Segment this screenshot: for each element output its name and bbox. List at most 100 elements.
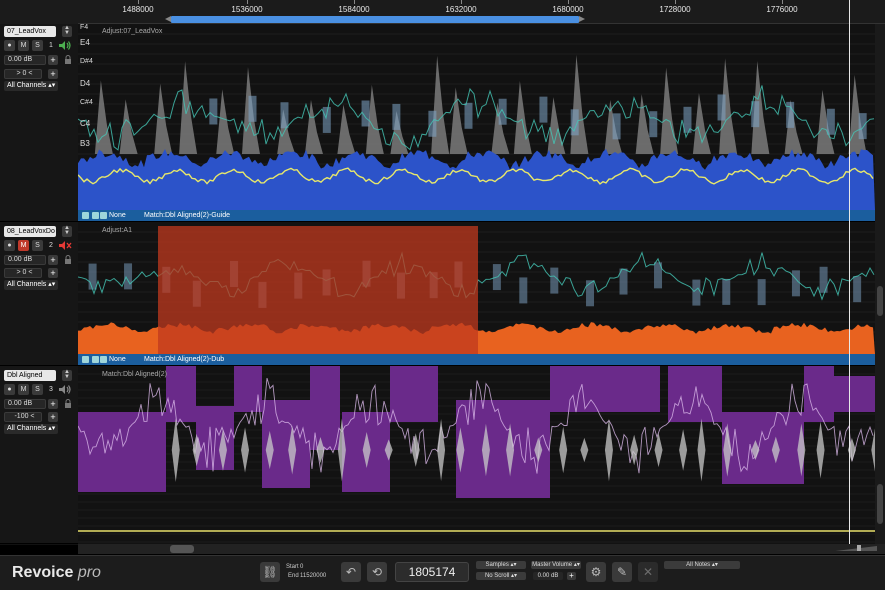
brand-name: Revoice xyxy=(12,564,74,581)
volume-field[interactable]: 0.00 dB xyxy=(4,399,46,409)
track-3-waveform-display xyxy=(78,366,875,544)
solo-button[interactable]: S xyxy=(32,40,43,51)
process-none-label[interactable]: None xyxy=(109,210,126,221)
notes-dropdown[interactable]: All Notes ▴▾ xyxy=(664,561,740,569)
note-block xyxy=(209,98,218,125)
solo-button[interactable]: S xyxy=(32,240,43,251)
pan-field[interactable]: > 0 < xyxy=(4,69,42,79)
lock-icon[interactable] xyxy=(63,399,73,409)
track-1-waveform-display xyxy=(78,24,875,210)
track-number: 3 xyxy=(49,386,53,393)
horizontal-scrollbar[interactable] xyxy=(78,544,885,554)
undo-button[interactable]: ↶ xyxy=(341,562,361,582)
loop-end-handle[interactable] xyxy=(579,16,585,22)
lock-icon[interactable] xyxy=(63,255,73,265)
units-dropdown[interactable]: Samples ▴▾ xyxy=(476,561,526,569)
process-none-label[interactable]: None xyxy=(109,354,126,365)
pan-field[interactable]: -100 < xyxy=(4,412,42,422)
link-icon[interactable]: ⛓ xyxy=(260,562,280,582)
note-block xyxy=(124,263,133,290)
add-button[interactable]: + xyxy=(48,268,58,278)
match-process-label[interactable]: Match:Dbl Aligned(2)-Guide xyxy=(144,210,230,221)
timeline-ruler[interactable]: 1488000 1536000 1584000 1632000 1680000 … xyxy=(78,0,885,24)
play-icon[interactable] xyxy=(82,212,89,219)
tool-disabled-icon[interactable]: ✕ xyxy=(638,562,658,582)
channels-dropdown[interactable]: All Channels ▴▾ xyxy=(4,81,59,91)
vertical-scroll-thumb[interactable] xyxy=(877,484,883,524)
track-lane-3[interactable]: Match:Dbl Aligned(2) xyxy=(78,366,875,544)
match-block xyxy=(390,366,438,422)
note-block xyxy=(88,263,97,290)
ruler-tick: 1536000 xyxy=(231,5,263,14)
master-volume-add-button[interactable]: + xyxy=(567,572,576,580)
track-menu-button[interactable]: ▲ ▼ xyxy=(62,369,72,381)
track-menu-button[interactable]: ▲ ▼ xyxy=(62,25,72,37)
record-arm-button[interactable]: ● xyxy=(4,240,15,251)
end-label: End xyxy=(288,573,299,579)
end-value: 11520000 xyxy=(300,573,327,579)
track-name-field[interactable]: 08_LeadVoxDo xyxy=(4,226,56,237)
lock-icon[interactable] xyxy=(63,55,73,65)
volume-field[interactable]: 0.00 dB xyxy=(4,55,46,65)
position-counter[interactable]: 1805174 xyxy=(395,562,469,582)
master-volume-field[interactable]: 0.00 dB xyxy=(533,572,563,580)
track-2-waveform-display xyxy=(78,222,875,354)
track-lane-2[interactable]: Adjust:A1 xyxy=(78,222,875,354)
add-button[interactable]: + xyxy=(48,255,58,265)
mute-button[interactable]: M xyxy=(18,40,29,51)
note-block xyxy=(692,279,701,306)
note-block xyxy=(539,96,548,123)
add-button[interactable]: + xyxy=(48,412,58,422)
scroll-dropdown[interactable]: No Scroll ▴▾ xyxy=(476,572,526,580)
note-block xyxy=(722,278,731,305)
match-block xyxy=(550,366,660,412)
add-button[interactable]: + xyxy=(48,399,58,409)
note-block xyxy=(853,276,862,303)
speaker-muted-icon[interactable] xyxy=(58,240,72,251)
track-name-field[interactable]: Dbl Aligned xyxy=(4,370,56,381)
horizontal-scroll-thumb[interactable] xyxy=(170,545,194,553)
channels-dropdown[interactable]: All Channels ▴▾ xyxy=(4,280,59,290)
track-header-1: 07_LeadVox ▲ ▼ ● M S 1 0.00 dB + > 0 < + … xyxy=(0,24,78,222)
lock-icon[interactable] xyxy=(92,212,99,219)
volume-field[interactable]: 0.00 dB xyxy=(4,255,46,265)
mute-button[interactable]: M xyxy=(18,240,29,251)
loop-button[interactable]: ⟲ xyxy=(367,562,387,582)
master-volume-dropdown[interactable]: Master Volume ▴▾ xyxy=(531,561,581,569)
mute-button[interactable]: M xyxy=(18,384,29,395)
ruler-tickmark xyxy=(354,0,355,4)
playhead-line[interactable] xyxy=(849,0,850,545)
grid-icon[interactable] xyxy=(100,356,107,363)
channels-dropdown[interactable]: All Channels ▴▾ xyxy=(4,424,59,434)
brand-suffix: pro xyxy=(77,564,101,581)
clear-tool-icon[interactable]: ✎ xyxy=(612,562,632,582)
lock-icon[interactable] xyxy=(92,356,99,363)
match-block xyxy=(234,366,262,412)
start-label: Start xyxy=(286,564,299,570)
speaker-icon[interactable] xyxy=(58,40,72,51)
add-button[interactable]: + xyxy=(48,55,58,65)
channels-label: All Channels xyxy=(7,425,47,432)
zoom-slider[interactable] xyxy=(827,545,879,551)
note-block xyxy=(322,106,331,133)
speaker-icon[interactable] xyxy=(58,384,72,395)
note-label: E4 xyxy=(80,38,90,47)
add-button[interactable]: + xyxy=(48,69,58,79)
loop-range-bar[interactable] xyxy=(171,16,579,23)
transport-bar: Revoice pro ⛓ Start 0 End 11520000 ↶ ⟲ 1… xyxy=(0,555,885,590)
solo-button[interactable]: S xyxy=(32,384,43,395)
record-arm-button[interactable]: ● xyxy=(4,384,15,395)
track-lane-1[interactable]: Adjust:07_LeadVox F4 E4 D#4 D4 C#4 C4 B3 xyxy=(78,24,875,210)
vertical-scrollbar[interactable] xyxy=(875,24,885,544)
grid-icon[interactable] xyxy=(100,212,107,219)
header-corner xyxy=(0,0,78,24)
match-process-label[interactable]: Match:Dbl Aligned(2)-Dub xyxy=(144,354,224,365)
track-menu-button[interactable]: ▲ ▼ xyxy=(62,225,72,237)
record-arm-button[interactable]: ● xyxy=(4,40,15,51)
pan-field[interactable]: > 0 < xyxy=(4,268,42,278)
vertical-scroll-thumb[interactable] xyxy=(877,286,883,316)
track-name-field[interactable]: 07_LeadVox xyxy=(4,26,56,37)
play-icon[interactable] xyxy=(82,356,89,363)
track-number: 2 xyxy=(49,242,53,249)
settings-gear-icon[interactable]: ⚙ xyxy=(586,562,606,582)
